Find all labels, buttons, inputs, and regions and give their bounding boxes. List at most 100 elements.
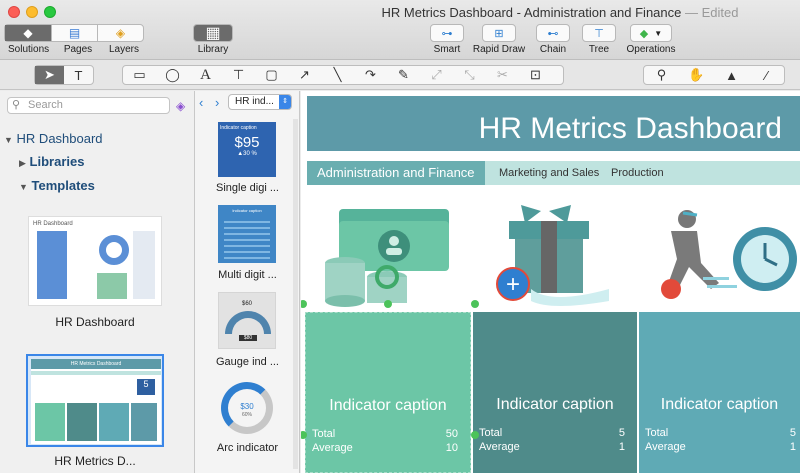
- indicator-card[interactable]: Indicator caption Total 5 Average 1: [639, 312, 800, 473]
- library-item-arc[interactable]: $30 60%: [218, 379, 276, 434]
- library-item-label: Multi digit ...: [218, 269, 277, 281]
- text-frame-tool[interactable]: ⊤: [222, 66, 255, 84]
- search-input[interactable]: Search: [7, 97, 170, 114]
- library-scrollbar[interactable]: [293, 119, 298, 469]
- indicator-card[interactable]: Indicator caption Total 50 Average 10: [305, 312, 471, 473]
- connector-tool[interactable]: ⤢: [420, 66, 453, 84]
- arc-tool[interactable]: ↷: [354, 66, 387, 84]
- resize-handle[interactable]: [301, 300, 307, 308]
- arc-icon: ↷: [365, 67, 376, 82]
- clock-icon: [661, 210, 797, 299]
- rapid-draw-button[interactable]: ⊞: [482, 24, 516, 42]
- thumb-tabs: [31, 371, 161, 375]
- callout-tool[interactable]: ▢: [255, 66, 288, 84]
- indicator-caption: Indicator caption: [496, 396, 614, 413]
- layers-button[interactable]: ◈: [97, 25, 143, 41]
- zoom-tool[interactable]: ⚲: [644, 66, 679, 84]
- dashboard-title[interactable]: HR Metrics Dashboard: [479, 112, 782, 146]
- solutions-label: Solutions: [8, 44, 50, 55]
- item-value: $30: [240, 402, 254, 411]
- eyedropper-tool[interactable]: ⁄: [749, 66, 784, 84]
- smart-connector-tool[interactable]: ⤡: [453, 66, 486, 84]
- close-window-button[interactable]: [8, 6, 20, 18]
- tab-production[interactable]: Production: [611, 161, 664, 185]
- chain-button[interactable]: ⊷: [536, 24, 570, 42]
- time-illustration[interactable]: [641, 201, 800, 309]
- library-panel: ‹ › HR ind... ⇕ Indicator caption $95 ▲3…: [195, 91, 300, 473]
- text-tool[interactable]: A: [189, 66, 222, 84]
- chain-label: Chain: [539, 44, 567, 55]
- money-illustration[interactable]: [323, 201, 453, 309]
- item-percent: 60%: [241, 412, 252, 418]
- forward-icon[interactable]: ›: [215, 95, 219, 110]
- pen-tool[interactable]: ✎: [387, 66, 420, 84]
- plus-icon: +: [505, 271, 520, 298]
- line-tool[interactable]: ╲: [321, 66, 354, 84]
- thumb-bars: [97, 273, 127, 299]
- tree-item-templates[interactable]: ▼ Templates: [19, 178, 95, 193]
- pointer-tool[interactable]: ➤: [35, 66, 64, 84]
- canvas[interactable]: HR Metrics Dashboard Administration and …: [301, 91, 800, 473]
- callout-icon: ▢: [265, 67, 278, 82]
- resize-handle[interactable]: [471, 431, 479, 439]
- pages-button[interactable]: ▤: [51, 25, 97, 41]
- add-button[interactable]: +: [496, 267, 530, 301]
- library-button[interactable]: ▦: [193, 24, 233, 42]
- stamp-tool[interactable]: ▲: [714, 66, 749, 84]
- rapid-draw-icon: ⊞: [494, 27, 504, 40]
- solutions-browser-icon[interactable]: ◈: [176, 99, 185, 113]
- cursor-icon: ➤: [44, 67, 55, 82]
- total-row: Total 5: [479, 427, 625, 439]
- pan-tool[interactable]: ✋: [679, 66, 714, 84]
- arrow-tool[interactable]: ↗: [288, 66, 321, 84]
- tree-item-libraries[interactable]: ▶ Libraries: [19, 154, 84, 169]
- minimize-window-button[interactable]: [26, 6, 38, 18]
- hand-icon: ✋: [688, 67, 705, 82]
- library-item-gauge[interactable]: $60 $80: [218, 292, 276, 349]
- rapid-draw-label: Rapid Draw: [472, 44, 526, 55]
- template-label: HR Dashboard: [55, 315, 135, 329]
- template-thumb-hr-dashboard[interactable]: HR Dashboard: [28, 216, 162, 306]
- connector-icon: ⤢: [431, 67, 442, 82]
- thumb-card: [99, 403, 129, 441]
- money-icon: [325, 209, 449, 307]
- library-item-single-digit[interactable]: Indicator caption $95 ▲30 %: [218, 122, 276, 177]
- template-thumb-hr-metrics[interactable]: HR Metrics Dashboard 5: [26, 354, 164, 447]
- solutions-panel: Search ⚲ ◈ ▼ HR Dashboard ▶ Libraries ▼ …: [0, 91, 195, 473]
- tree-root[interactable]: ▼ HR Dashboard: [4, 131, 103, 146]
- tab-administration[interactable]: Administration and Finance: [307, 161, 485, 185]
- item-caption: Indicator caption: [232, 208, 262, 213]
- item-caption: Indicator caption: [220, 125, 257, 131]
- ellipse-tool[interactable]: ◯: [156, 66, 189, 84]
- item-delta: ▲30 %: [237, 151, 257, 157]
- dropdown-arrow-icon: ⇕: [279, 95, 291, 109]
- resize-handle[interactable]: [471, 300, 479, 308]
- crop-tool[interactable]: ⊡: [519, 66, 552, 84]
- item-value: $80: [239, 335, 257, 341]
- thumb-table: [133, 231, 155, 299]
- search-icon: ⚲: [656, 67, 667, 82]
- back-icon[interactable]: ‹: [199, 95, 203, 110]
- cut-tool[interactable]: ✂: [486, 66, 519, 84]
- text-icon: A: [200, 66, 211, 83]
- tab-marketing[interactable]: Marketing and Sales: [499, 161, 599, 185]
- zoom-window-button[interactable]: [44, 6, 56, 18]
- operations-button[interactable]: ◆ ▼: [630, 24, 672, 42]
- search-icon: ⚲: [12, 99, 21, 111]
- resize-handle[interactable]: [384, 300, 392, 308]
- rectangle-tool[interactable]: ▭: [123, 66, 156, 84]
- library-item-multi-digit[interactable]: Indicator caption: [218, 205, 276, 263]
- smart-label: Smart: [433, 44, 461, 55]
- tree-icon: ⊤: [594, 27, 604, 40]
- text-frame-icon: ⊤: [232, 67, 245, 82]
- rectangle-icon: ▭: [133, 67, 146, 82]
- library-dropdown[interactable]: HR ind... ⇕: [228, 94, 292, 110]
- template-label: HR Metrics D...: [54, 454, 136, 468]
- tree-button[interactable]: ⊤: [582, 24, 616, 42]
- solutions-button[interactable]: ◆: [5, 25, 51, 41]
- indicator-card[interactable]: Indicator caption Total 5 Average 1: [473, 312, 637, 473]
- total-row: Total 5: [645, 427, 796, 439]
- smart-button[interactable]: ⊶: [430, 24, 464, 42]
- text-box-tool[interactable]: T: [64, 66, 93, 84]
- thumb-inner: HR Metrics Dashboard 5: [31, 359, 161, 444]
